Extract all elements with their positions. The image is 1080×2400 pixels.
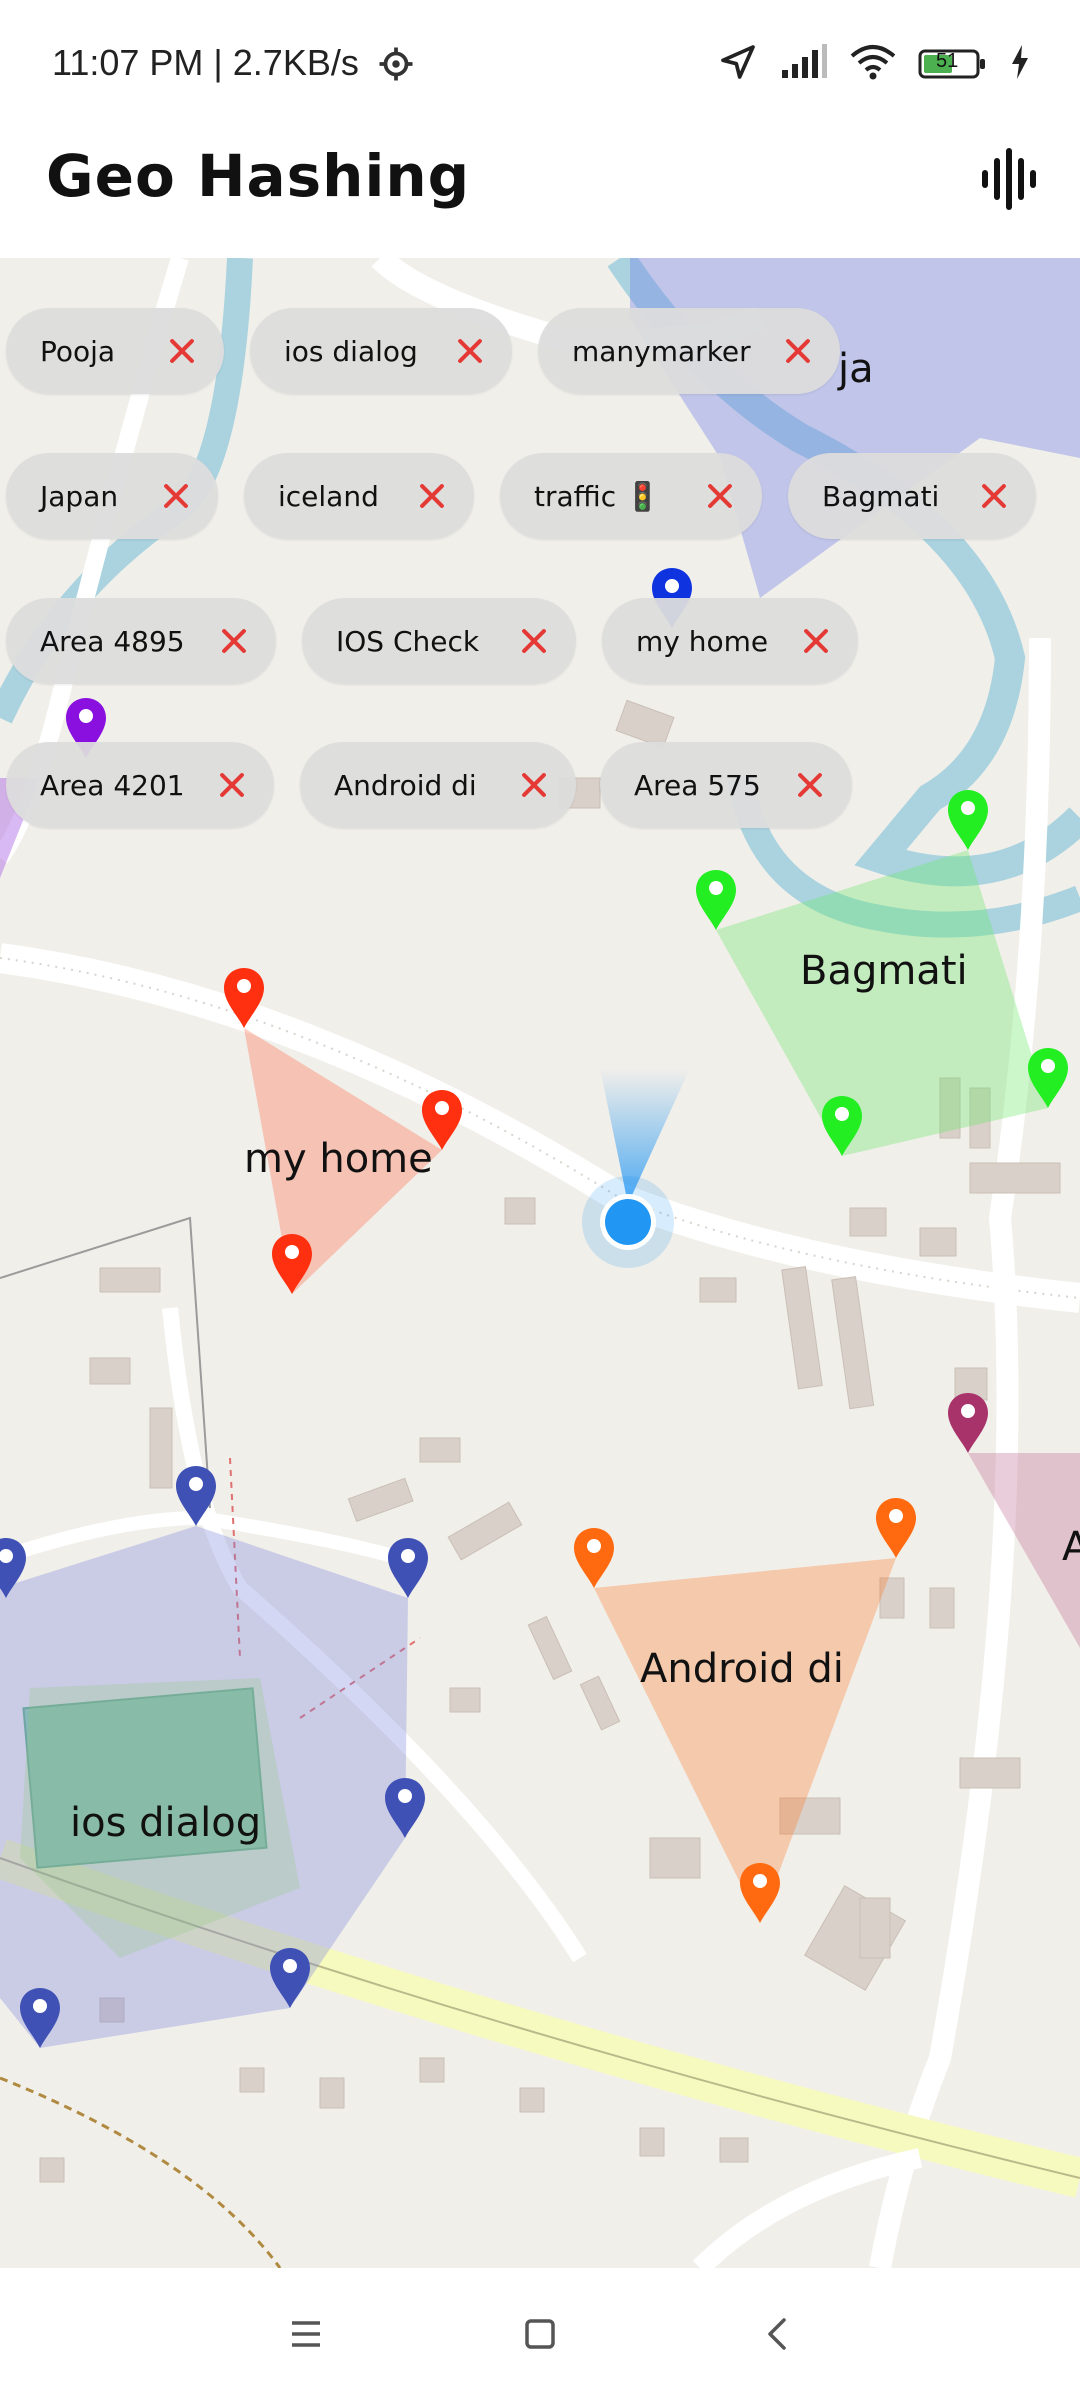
chip-label: traffic 🚦 (534, 479, 660, 513)
location-arrow-icon (718, 42, 758, 86)
status-bar: 11:07 PM | 2.7KB/s 51 (0, 0, 1080, 130)
page-title: Geo Hashing (46, 142, 471, 210)
chip-area-4895[interactable]: Area 4895 (6, 598, 276, 684)
chip-pooja[interactable]: Pooja (6, 308, 224, 394)
chip-iceland[interactable]: iceland (244, 453, 474, 539)
chip-label: Pooja (40, 334, 116, 368)
map-marker-android-di-icon[interactable] (872, 1496, 920, 1560)
chip-label: Area 4895 (40, 624, 185, 658)
chip-label: IOS Check (336, 624, 480, 658)
map-marker-ios-dialog-icon[interactable] (384, 1536, 432, 1600)
close-icon[interactable] (782, 335, 814, 367)
map-marker-android-di-icon[interactable] (570, 1526, 618, 1590)
geohash-action-button[interactable] (978, 146, 1040, 212)
current-location-icon[interactable] (605, 1199, 651, 1245)
area-label-bagmati: Bagmati (800, 948, 968, 994)
chip-ios-dialog[interactable]: ios dialog (250, 308, 512, 394)
chip-label: Bagmati (822, 479, 940, 513)
signal-icon (780, 44, 828, 84)
map-marker-android-di-icon[interactable] (736, 1861, 784, 1925)
map-marker-bagmati-icon[interactable] (944, 788, 992, 852)
recents-button[interactable] (276, 2308, 336, 2360)
equalizer-icon (982, 148, 1036, 210)
chip-android-di[interactable]: Android di (300, 742, 576, 828)
close-icon[interactable] (794, 769, 826, 801)
close-icon[interactable] (800, 625, 832, 657)
close-icon[interactable] (978, 480, 1010, 512)
back-button[interactable] (748, 2308, 808, 2360)
back-chevron-icon (768, 2318, 786, 2350)
map-marker-bagmati-icon[interactable] (692, 868, 740, 932)
area-label-android-di: Android di (640, 1646, 844, 1692)
system-nav-bar (0, 2268, 1080, 2400)
charging-icon (1010, 45, 1030, 83)
chip-label: manymarker (572, 334, 751, 368)
map-marker-bagmati-icon[interactable] (1024, 1046, 1072, 1110)
map-marker-ios-dialog-icon[interactable] (0, 1536, 30, 1600)
chip-traffic[interactable]: traffic 🚦 (500, 453, 762, 539)
close-icon[interactable] (218, 625, 250, 657)
chip-area-575[interactable]: Area 575 (600, 742, 852, 828)
map-marker-edge-area-icon[interactable] (944, 1391, 992, 1455)
close-icon[interactable] (416, 480, 448, 512)
chip-label: ios dialog (284, 334, 418, 368)
map-marker-ios-dialog-icon[interactable] (16, 1986, 64, 2050)
chip-label: Japan (40, 479, 119, 513)
chip-label: Area 4201 (40, 768, 185, 802)
map-marker-ios-dialog-icon[interactable] (172, 1464, 220, 1528)
area-label-ios-dialog: ios dialog (70, 1800, 262, 1846)
chip-ios-check[interactable]: IOS Check (302, 598, 576, 684)
area-label-pooja: ja (838, 346, 874, 392)
map-marker-my-home-icon[interactable] (220, 966, 268, 1030)
close-icon[interactable] (166, 335, 198, 367)
map-marker-ios-dialog-icon[interactable] (381, 1776, 429, 1840)
map-canvas[interactable] (0, 258, 1080, 2268)
close-icon[interactable] (454, 335, 486, 367)
chip-label: Area 575 (634, 768, 761, 802)
chip-label: iceland (278, 479, 379, 513)
close-icon[interactable] (704, 480, 736, 512)
square-icon (525, 2319, 555, 2349)
chip-label: Android di (334, 768, 477, 802)
close-icon[interactable] (518, 625, 550, 657)
map-marker-ios-dialog-icon[interactable] (266, 1946, 314, 2010)
chip-japan[interactable]: Japan (6, 453, 218, 539)
chip-my-home[interactable]: my home (602, 598, 858, 684)
area-bagmati[interactable] (716, 850, 1048, 1156)
area-label-edge: A (1062, 1524, 1080, 1570)
chip-area-4201[interactable]: Area 4201 (6, 742, 274, 828)
chip-label: my home (636, 624, 769, 658)
area-label-my-home: my home (244, 1136, 433, 1182)
map-view[interactable]: ja Bagmati my home Android di ios dialog… (0, 258, 1080, 2268)
battery-level: 51 (936, 50, 959, 72)
close-icon[interactable] (160, 480, 192, 512)
map-marker-bagmati-icon[interactable] (818, 1094, 866, 1158)
battery-icon: 51 (918, 48, 988, 80)
close-icon[interactable] (518, 769, 550, 801)
close-icon[interactable] (216, 769, 248, 801)
wifi-icon (850, 44, 896, 84)
map-marker-my-home-icon[interactable] (268, 1232, 316, 1296)
chip-bagmati[interactable]: Bagmati (788, 453, 1036, 539)
menu-icon (292, 2321, 320, 2347)
chip-manymarker[interactable]: manymarker (538, 308, 840, 394)
settings-gear-icon (378, 46, 414, 86)
status-time: 11:07 PM | 2.7KB/s (52, 42, 359, 83)
home-button[interactable] (510, 2308, 570, 2360)
